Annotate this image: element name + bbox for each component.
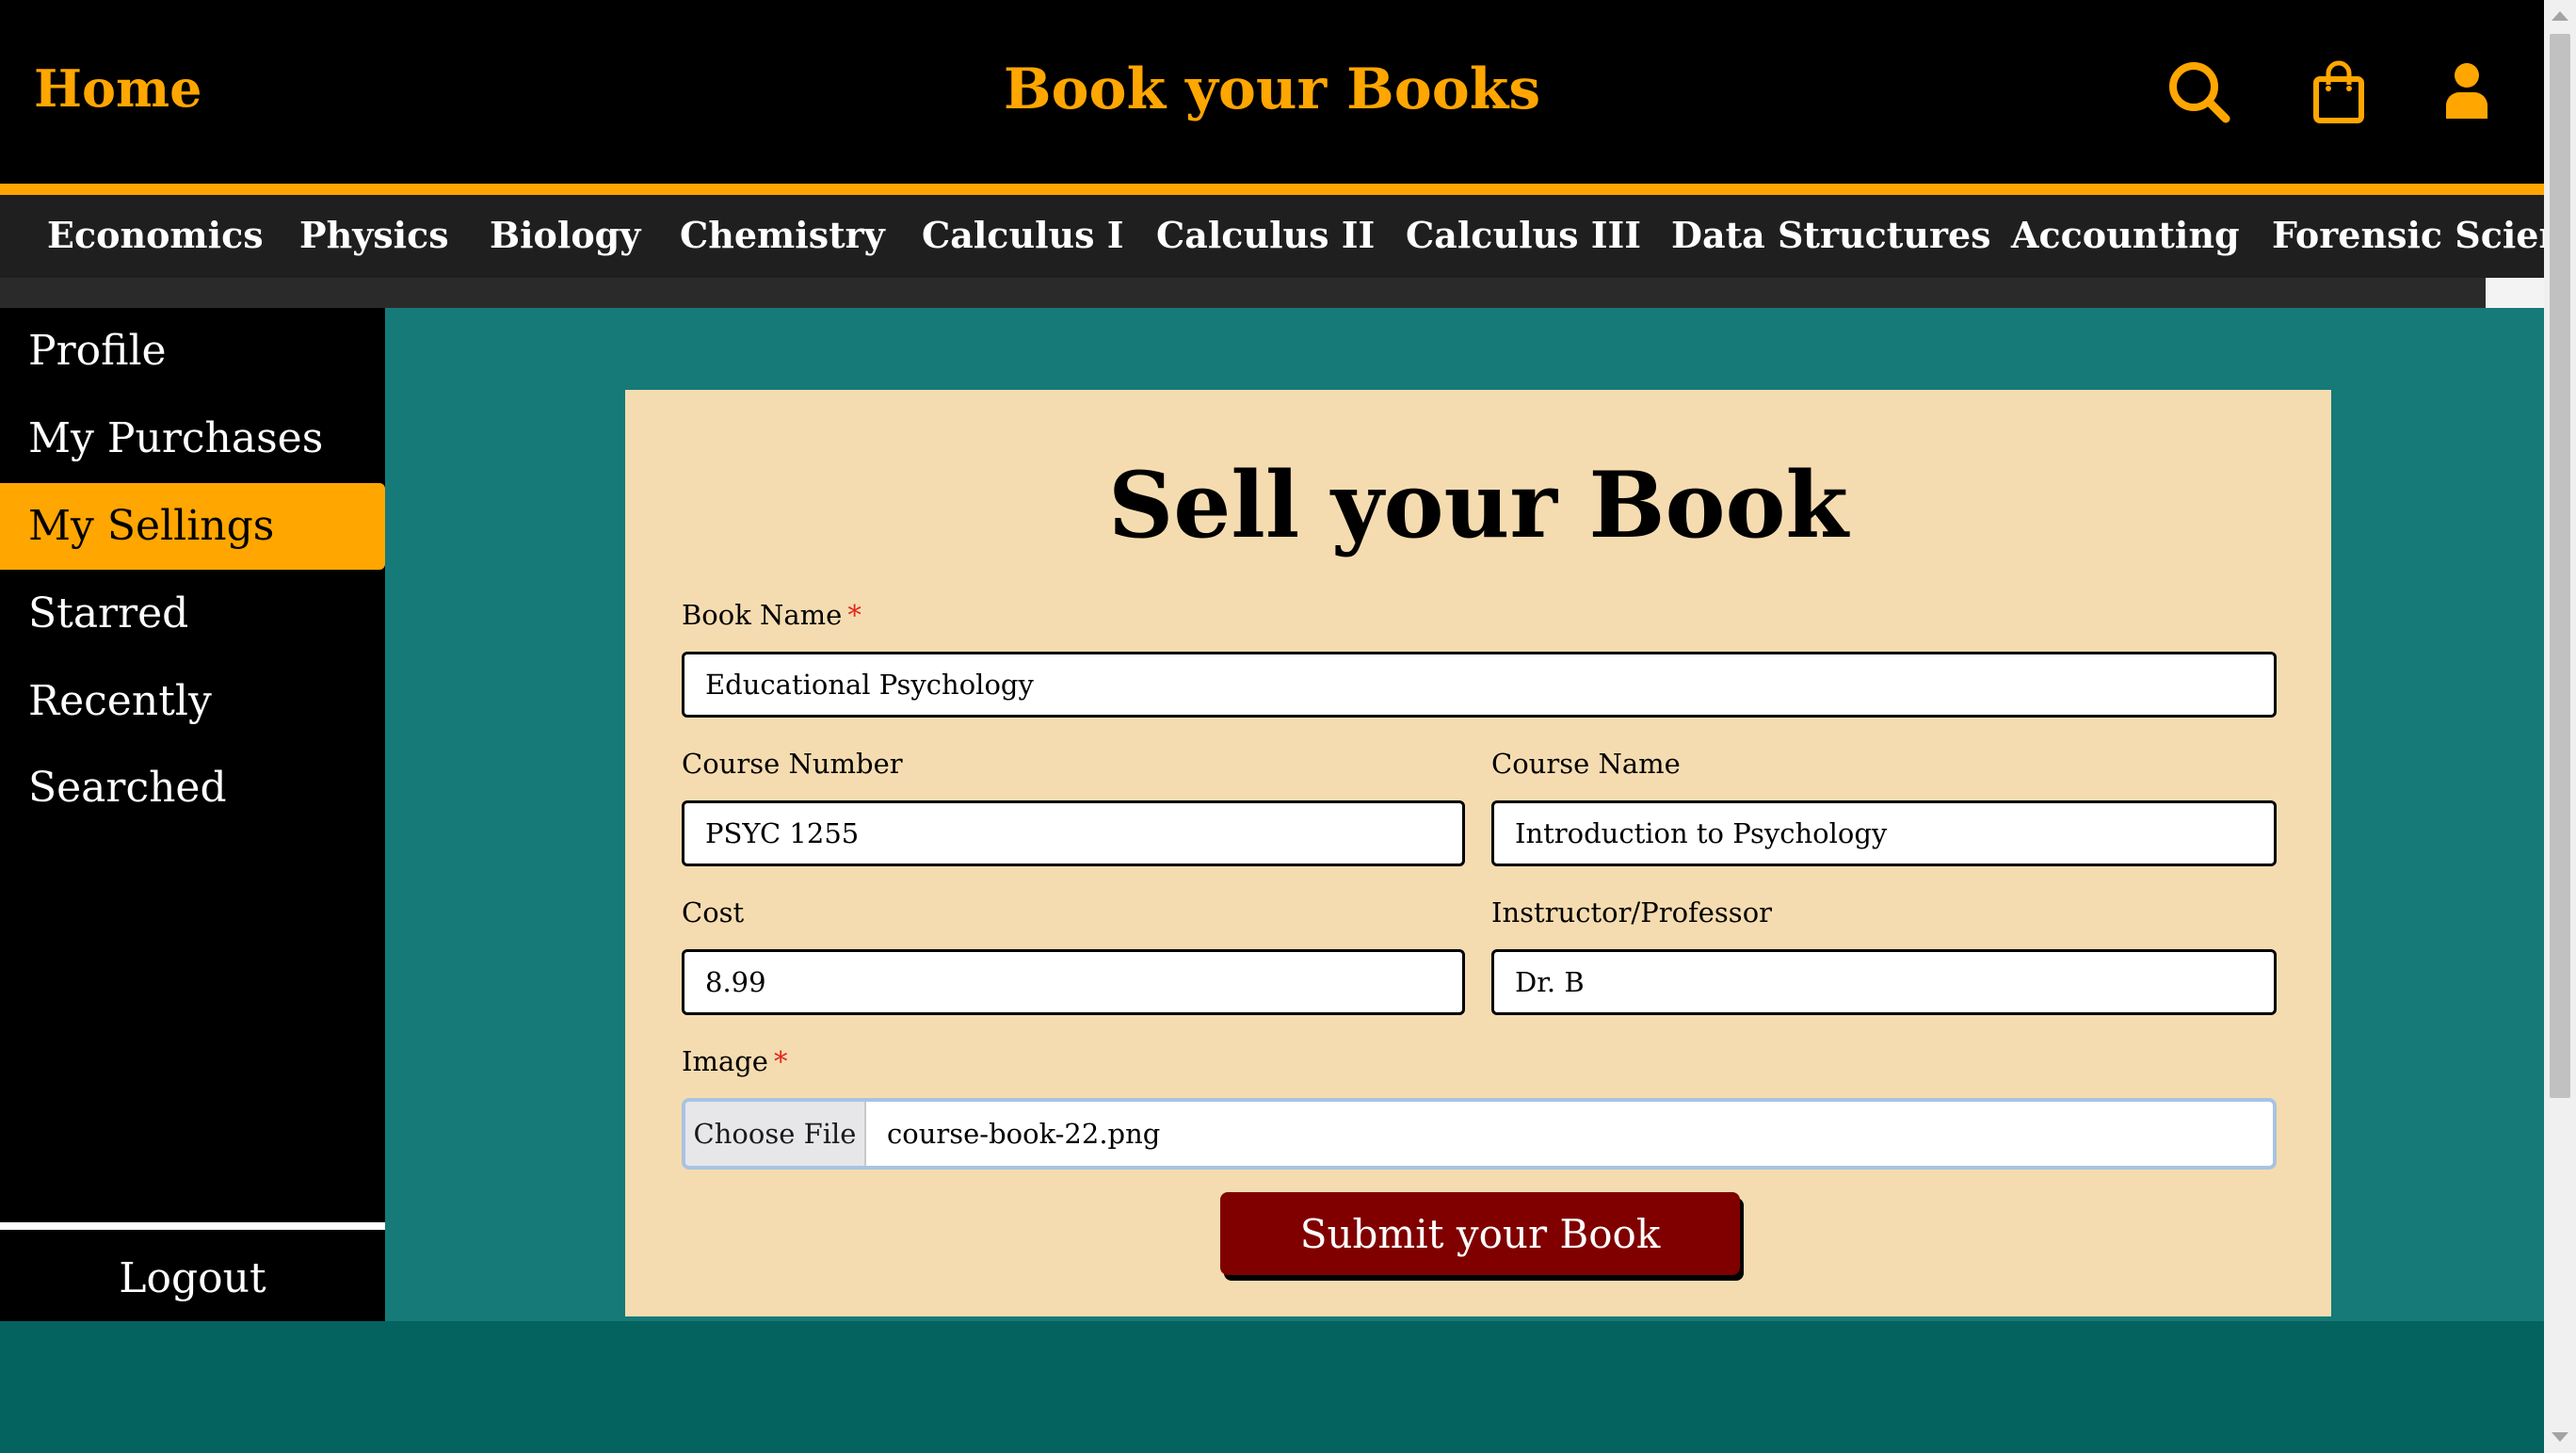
sidebar-item-profile[interactable]: Profile [0, 308, 385, 395]
category-data-structures[interactable]: Data Structures [1671, 214, 1991, 256]
choose-file-button[interactable]: Choose File [685, 1102, 866, 1166]
page-scrollbar-thumb[interactable] [2550, 34, 2570, 1098]
sidebar-item-starred[interactable]: Starred [0, 571, 385, 657]
sidebar: Profile My Purchases My Sellings Starred… [0, 308, 385, 1321]
course-name-input[interactable] [1491, 800, 2277, 866]
cost-label: Cost [682, 896, 745, 928]
course-number-input[interactable] [682, 800, 1465, 866]
page-scrollbar[interactable] [2544, 0, 2576, 1453]
selected-file-name: course-book-22.png [887, 1118, 1161, 1150]
course-name-label: Course Name [1491, 748, 1681, 780]
sidebar-divider [0, 1222, 385, 1230]
search-icon[interactable] [2167, 60, 2231, 128]
category-scrollbar[interactable] [0, 278, 2544, 308]
image-file-input[interactable]: Choose File course-book-22.png [682, 1098, 2277, 1170]
category-scrollbar-track [2486, 278, 2544, 308]
category-economics[interactable]: Economics [47, 214, 264, 256]
category-calculus-2[interactable]: Calculus II [1156, 214, 1375, 256]
book-name-label-text: Book Name [682, 599, 843, 631]
category-biology[interactable]: Biology [490, 214, 640, 256]
image-label: Image * [682, 1045, 787, 1077]
book-name-input[interactable] [682, 652, 2277, 718]
home-link[interactable]: Home [34, 58, 202, 119]
scroll-down-arrow-icon[interactable] [2552, 1432, 2568, 1442]
user-icon[interactable] [2444, 60, 2489, 124]
brand-title-text: Book your Books [1003, 57, 1541, 122]
image-label-text: Image [682, 1045, 768, 1077]
instructor-input[interactable] [1491, 949, 2277, 1015]
header-accent-line [0, 184, 2544, 195]
category-scrollbar-thumb[interactable] [0, 278, 2486, 308]
category-forensic-science[interactable]: Forensic Scienc [2272, 214, 2544, 256]
category-chemistry[interactable]: Chemistry [680, 214, 885, 256]
sidebar-item-recently-searched[interactable]: Recently Searched [0, 658, 385, 812]
shopping-bag-icon[interactable] [2312, 60, 2365, 128]
category-calculus-3[interactable]: Calculus III [1406, 214, 1641, 256]
top-header: Home Book your Books [0, 0, 2544, 184]
scroll-up-arrow-icon[interactable] [2552, 11, 2568, 21]
sidebar-item-my-purchases[interactable]: My Purchases [0, 396, 385, 482]
category-accounting[interactable]: Accounting [2011, 214, 2240, 256]
sidebar-item-my-sellings[interactable]: My Sellings [0, 483, 385, 570]
course-number-label: Course Number [682, 748, 903, 780]
category-physics[interactable]: Physics [299, 214, 449, 256]
form-title: Sell your Book [1107, 452, 1849, 558]
sell-book-form: Sell your Book Book Name* Course Number … [625, 390, 2331, 1316]
instructor-label: Instructor/Professor [1491, 896, 1773, 928]
required-mark: * [847, 599, 861, 631]
cost-input[interactable] [682, 949, 1465, 1015]
category-calculus-1[interactable]: Calculus I [922, 214, 1124, 256]
brand-title: Book your Books [0, 57, 2544, 122]
required-mark: * [773, 1045, 788, 1077]
logout-button[interactable]: Logout [0, 1241, 385, 1316]
category-nav: Economics Physics Biology Chemistry Calc… [0, 195, 2544, 278]
book-name-label: Book Name * [682, 599, 861, 631]
submit-book-button[interactable]: Submit your Book [1220, 1192, 1740, 1275]
